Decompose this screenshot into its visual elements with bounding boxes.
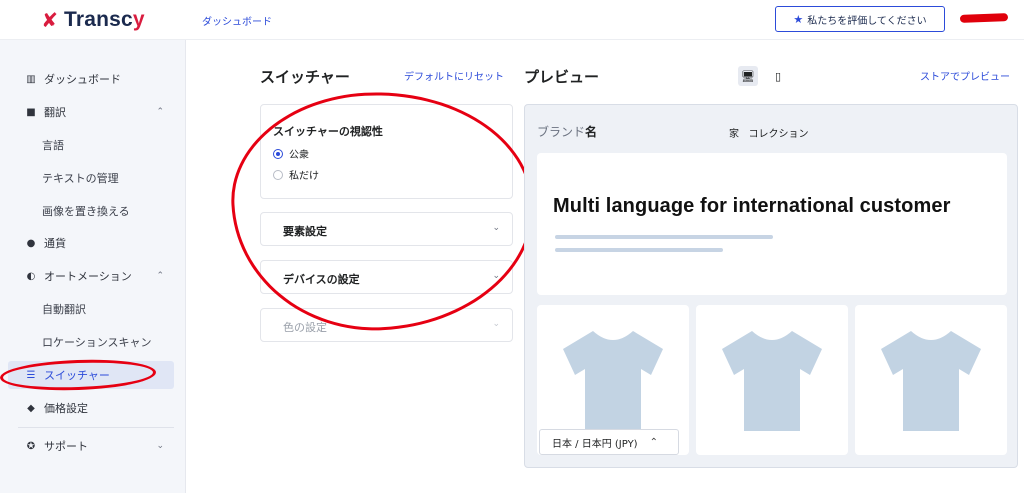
tshirt-icon [722, 331, 822, 431]
product-card [696, 305, 848, 455]
sidebar-item-label: 通貨 [44, 237, 66, 250]
sidebar-item-label: 言語 [42, 139, 64, 152]
redacted-annotation [959, 13, 1009, 23]
store-preview: ブランド名 家 コレクション Multi language for intern… [524, 104, 1018, 468]
coins-icon: ● [26, 237, 36, 249]
sidebar-item-label: 翻訳 [44, 106, 66, 119]
sidebar-item-support[interactable]: ✪ サポート ⌄ [0, 432, 186, 460]
placeholder-line [555, 248, 723, 252]
sidebar-item-label: テキストの管理 [42, 172, 119, 185]
preview-hero: Multi language for international custome… [537, 153, 1007, 295]
language-switcher-label: 日本 / 日本円 (JPY) [552, 438, 638, 450]
sidebar-item-label: ロケーションスキャン [42, 336, 152, 349]
sidebar-item-currency[interactable]: ● 通貨 [0, 229, 186, 257]
preview-nav: 家 コレクション [729, 129, 809, 140]
tshirt-icon [881, 331, 981, 431]
infinity-logo-icon: ✘ [41, 8, 58, 32]
sidebar-item-pricing[interactable]: ◆ 価格設定 [0, 394, 186, 422]
tag-icon: ◆ [27, 402, 35, 414]
rate-us-button[interactable]: ★ 私たちを評価してください [775, 6, 945, 32]
sidebar-divider [18, 427, 174, 428]
sidebar-item-automation[interactable]: ◐ オートメーション ⌃ [0, 262, 186, 290]
sidebar-item-label: 画像を置き換える [42, 205, 130, 218]
rate-us-label: 私たちを評価してください [807, 15, 927, 27]
star-icon: ★ [793, 12, 804, 26]
reset-to-default-link[interactable]: デフォルトにリセット [404, 68, 504, 83]
logo[interactable]: ✘ Transcy [0, 0, 186, 40]
sidebar-item-text-management[interactable]: テキストの管理 [0, 164, 186, 192]
sidebar-item-label: 自動翻訳 [42, 303, 86, 316]
sidebar-item-languages[interactable]: 言語 [0, 131, 186, 159]
sidebar-item-location-scan[interactable]: ロケーションスキャン [0, 328, 186, 356]
preview-title: プレビュー [524, 68, 600, 86]
product-card [855, 305, 1007, 455]
translate-icon: ■ [26, 106, 36, 118]
sidebar-item-translation[interactable]: ■ 翻訳 ⌃ [0, 98, 186, 126]
tshirt-icon [563, 331, 663, 431]
breadcrumb[interactable]: ダッシュボード [202, 13, 272, 28]
logo-text: Transcy [63, 8, 145, 31]
sidebar-item-dashboard[interactable]: ▥ ダッシュボード [0, 65, 186, 93]
sidebar-item-replace-images[interactable]: 画像を置き換える [0, 197, 186, 225]
preview-brand: ブランド名 [537, 125, 598, 139]
toggle-icon: ◐ [26, 270, 36, 282]
sidebar-item-auto-translate[interactable]: 自動翻訳 [0, 295, 186, 323]
chevron-down-icon: ⌄ [492, 319, 500, 329]
sidebar-item-label: オートメーション [44, 270, 132, 283]
switcher-title: スイッチャー [260, 68, 350, 86]
app-root: ✘ Transcy ダッシュボード ★ 私たちを評価してください ▥ ダッシュボ… [0, 0, 1024, 493]
sidebar-item-label: ダッシュボード [44, 73, 121, 86]
sidebar-item-label: サポート [44, 440, 88, 453]
accordion-label: 色の設定 [283, 321, 327, 334]
chevron-up-icon: ⌃ [156, 107, 164, 117]
chart-icon: ▥ [26, 73, 36, 85]
chevron-down-icon: ⌄ [156, 441, 164, 451]
chevron-up-icon: ⌃ [156, 271, 164, 281]
top-bar: ✘ Transcy ダッシュボード ★ 私たちを評価してください [0, 0, 1024, 40]
hero-title: Multi language for international custome… [553, 195, 951, 217]
chevron-up-icon: ⌃ [649, 436, 658, 448]
preview-in-store-link[interactable]: ストアでプレビュー [920, 68, 1010, 83]
sidebar-item-label: 価格設定 [44, 402, 88, 415]
desktop-icon[interactable]: 🖥 [738, 66, 758, 86]
support-icon: ✪ [26, 440, 36, 452]
placeholder-line [555, 235, 773, 239]
mobile-icon[interactable]: ▯ [768, 66, 788, 86]
language-switcher-preview[interactable]: 日本 / 日本円 (JPY) ⌃ [539, 429, 679, 455]
